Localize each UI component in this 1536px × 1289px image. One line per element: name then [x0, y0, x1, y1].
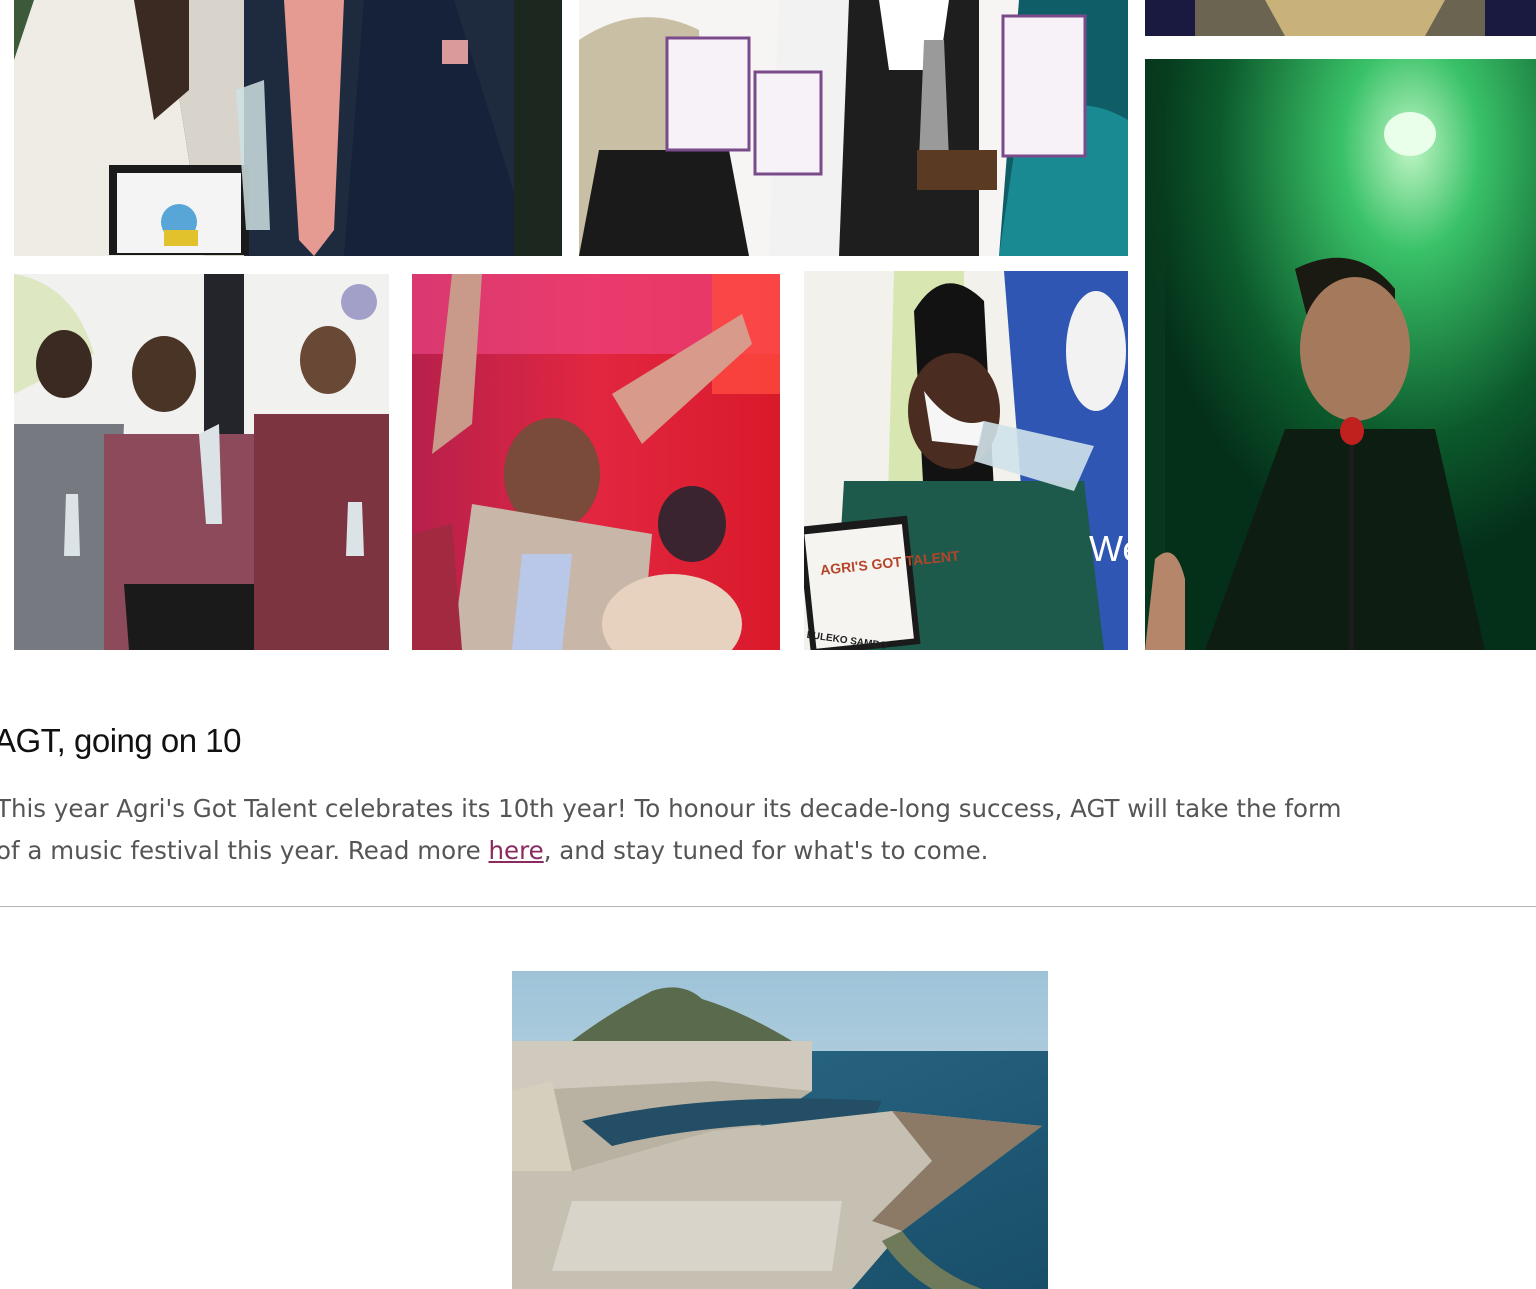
certificate-holders-photo [579, 0, 1128, 256]
article-body-text-after-link: , and stay tuned for what's to come. [543, 836, 989, 865]
article-title: AGT, going on 10 [0, 722, 242, 759]
read-more-link[interactable]: here [489, 836, 544, 865]
newsletter-page: AGRI'S GOT TALENT LULEKO SAMBO Wes Go AG… [0, 0, 1536, 1289]
article-body-line-1: This year Agri's Got Talent celebrates i… [0, 794, 1342, 823]
banner-fragment-text: Wes Go [1089, 528, 1128, 569]
section-divider [0, 906, 1536, 907]
audience-photo [412, 274, 780, 650]
article-body-line-2: of a music festival this year. Read more… [0, 830, 1536, 872]
three-winners-photo [14, 274, 389, 650]
performer-photo-top [1145, 0, 1536, 36]
singer-green-light-photo [1145, 59, 1536, 650]
trophy-winner-photo: AGRI'S GOT TALENT LULEKO SAMBO Wes Go [804, 271, 1128, 650]
award-winners-photo [14, 0, 562, 256]
article-body: This year Agri's Got Talent celebrates i… [0, 788, 1536, 872]
harbour-aerial-photo [512, 971, 1048, 1289]
article-body-text-before-link: of a music festival this year. Read more [0, 836, 489, 865]
